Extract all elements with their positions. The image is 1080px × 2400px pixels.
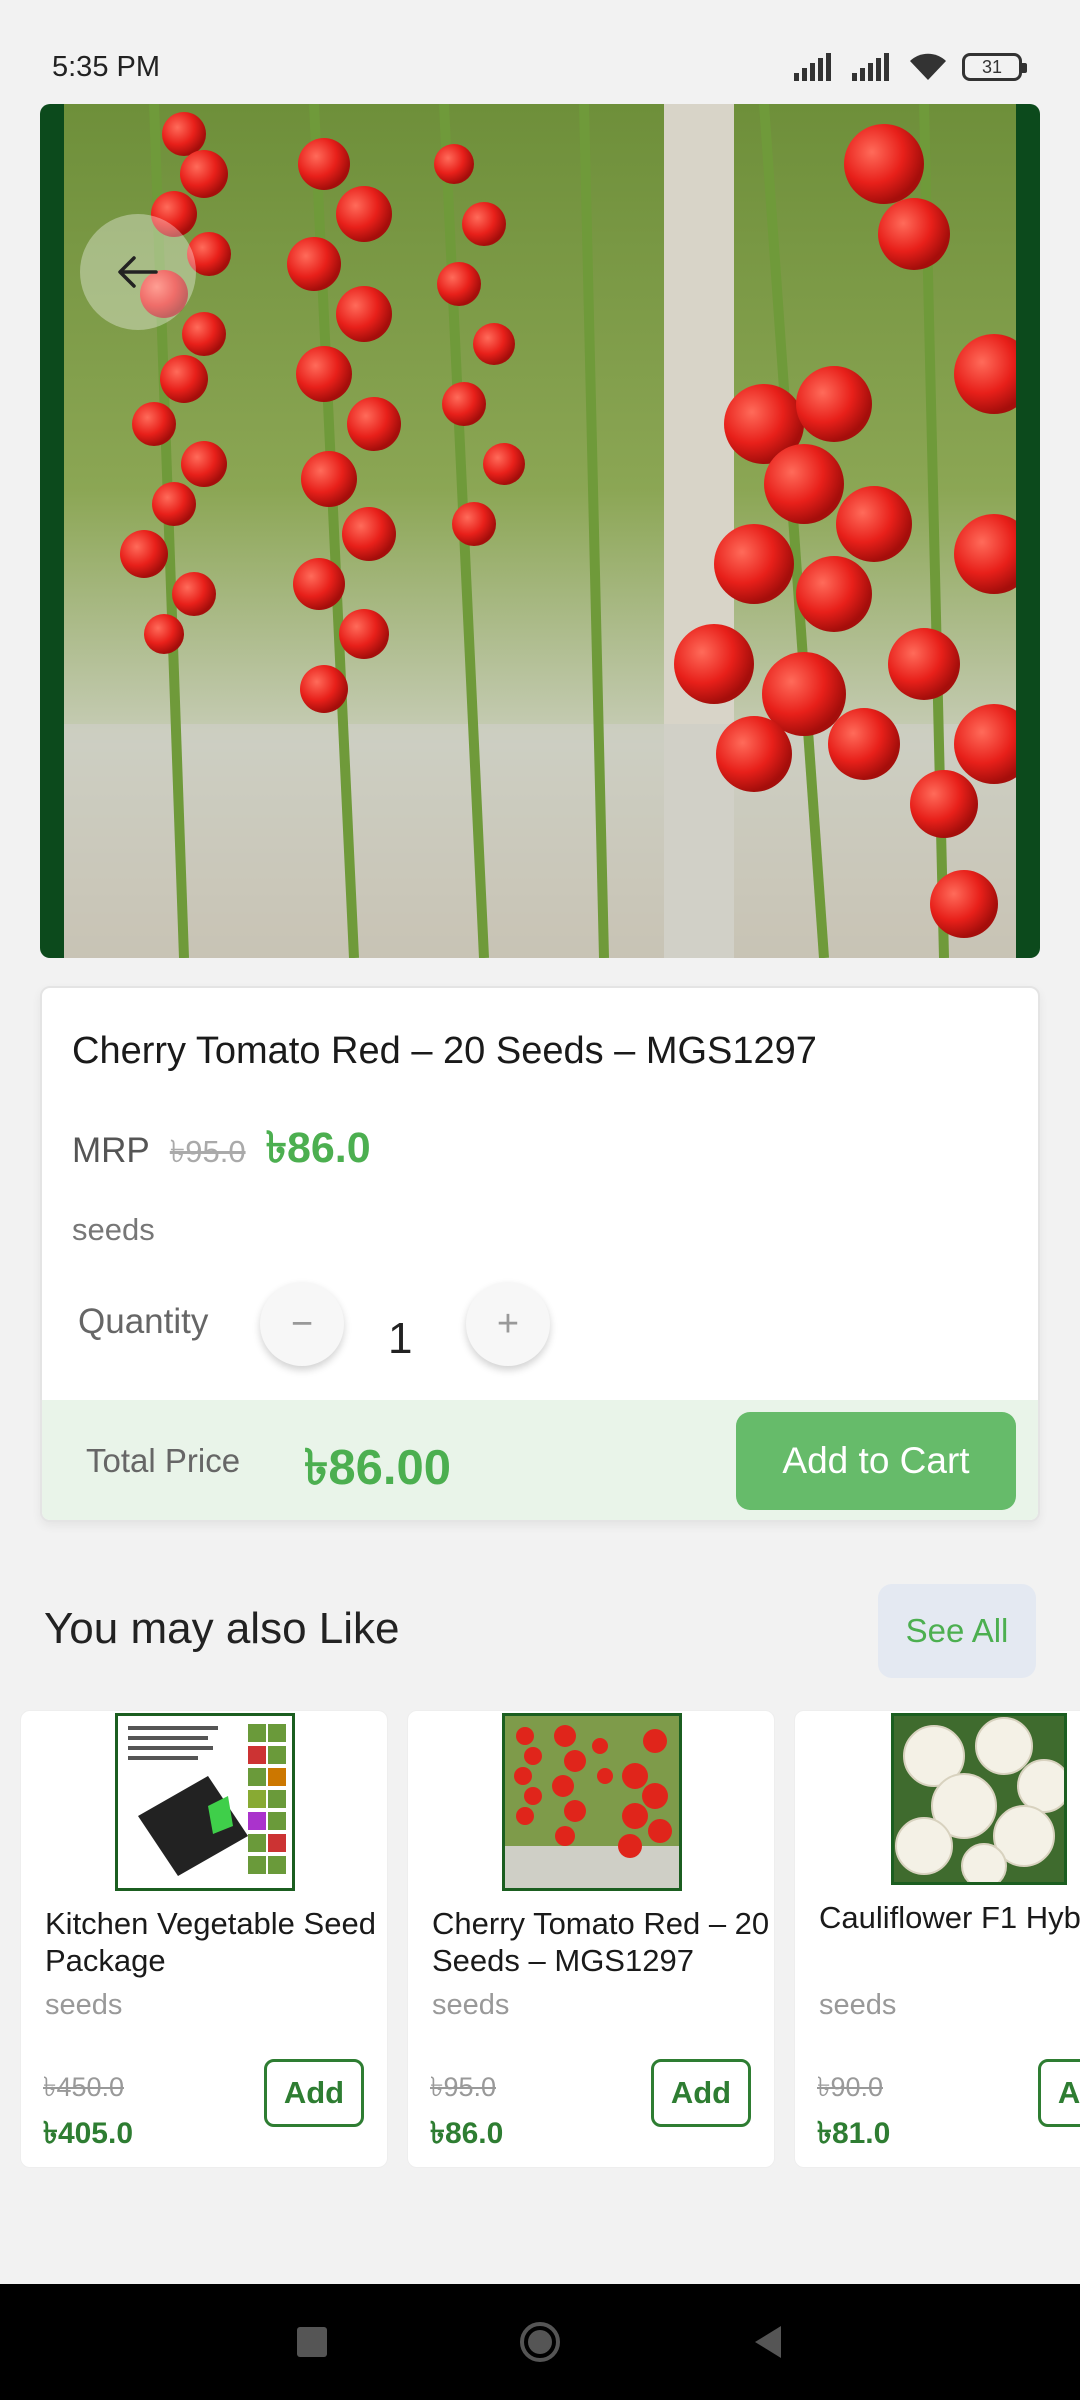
product-thumbnail [115,1713,295,1891]
product-image [40,104,1040,958]
product-title: Cherry Tomato Red – 20 Seeds – MGS1297 [72,1030,817,1072]
related-product-price: ৳81.0 [817,2117,891,2150]
related-section-title: You may also Like [44,1604,400,1653]
current-price: ৳86.0 [265,1124,371,1172]
add-button[interactable]: Add [1038,2059,1080,2127]
seed-package-image [118,1716,292,1888]
system-navigation-bar [0,2284,1080,2400]
add-button[interactable]: Add [264,2059,364,2127]
square-icon[interactable] [295,2325,329,2359]
related-product-price: ৳405.0 [43,2117,134,2150]
status-bar: 5:35 PM 31 [0,0,1080,100]
back-button[interactable] [80,214,196,330]
total-price-bar: Total Price ৳86.00 Add to Cart [42,1400,1038,1520]
related-product-price: ৳86.0 [430,2117,504,2150]
related-product-card[interactable]: Cherry Tomato Red – 20 Seeds – MGS1297 s… [407,1710,775,2168]
signal-icon [794,53,831,81]
related-product-old-price: ৳90.0 [817,2072,883,2102]
price-row: MRP ৳95.0 ৳86.0 [72,1116,371,1187]
related-product-card[interactable]: Kitchen Vegetable Seed Package seeds ৳45… [20,1710,388,2168]
signal-icon [852,53,889,81]
status-time: 5:35 PM [52,50,160,83]
cherry-tomato-photo [64,104,1016,958]
related-product-old-price: ৳95.0 [430,2072,496,2102]
cherry-tomato-thumbnail [505,1716,679,1888]
total-price-value: ৳86.00 [304,1441,452,1495]
related-product-name: Kitchen Vegetable Seed Package [45,1906,376,1978]
quantity-value: 1 [388,1314,413,1363]
cauliflower-thumbnail [894,1716,1064,1882]
add-to-cart-button[interactable]: Add to Cart [736,1412,1016,1510]
related-product-category: seeds [819,1989,897,2021]
wifi-icon [910,53,946,80]
total-price-label: Total Price [86,1442,241,1479]
decrease-quantity-button[interactable]: − [260,1282,344,1366]
mrp-old-price: ৳95.0 [169,1134,246,1169]
related-product-name: Cherry Tomato Red – 20 Seeds – MGS1297 [432,1906,770,1978]
product-category: seeds [72,1212,155,1247]
related-product-category: seeds [432,1989,510,2021]
status-icons: 31 [792,52,1027,82]
arrow-left-icon [118,256,158,288]
related-product-card[interactable]: Cauliflower F1 Hybrid ফুলকপি – 110 to 14… [794,1710,1080,2168]
battery-icon: 31 [962,53,1027,81]
related-product-category: seeds [45,1989,123,2021]
mrp-label: MRP [72,1131,150,1170]
triangle-back-icon[interactable] [751,2324,785,2360]
related-product-name: Cauliflower F1 Hybrid ফুলকপি – 110 to 14 [819,1900,1080,1935]
add-button[interactable]: Add [651,2059,751,2127]
plus-icon: + [496,1302,520,1345]
product-detail-card: Cherry Tomato Red – 20 Seeds – MGS1297 M… [40,986,1040,1522]
quantity-label: Quantity [78,1302,209,1341]
minus-icon: − [290,1302,314,1345]
see-all-button[interactable]: See All [878,1584,1036,1678]
increase-quantity-button[interactable]: + [466,1282,550,1366]
battery-level: 31 [981,57,1003,77]
product-thumbnail [891,1713,1067,1885]
related-product-old-price: ৳450.0 [43,2072,125,2102]
product-thumbnail [502,1713,682,1891]
related-products-carousel[interactable]: Kitchen Vegetable Seed Package seeds ৳45… [0,1710,1080,2170]
circle-icon[interactable] [518,2320,562,2364]
